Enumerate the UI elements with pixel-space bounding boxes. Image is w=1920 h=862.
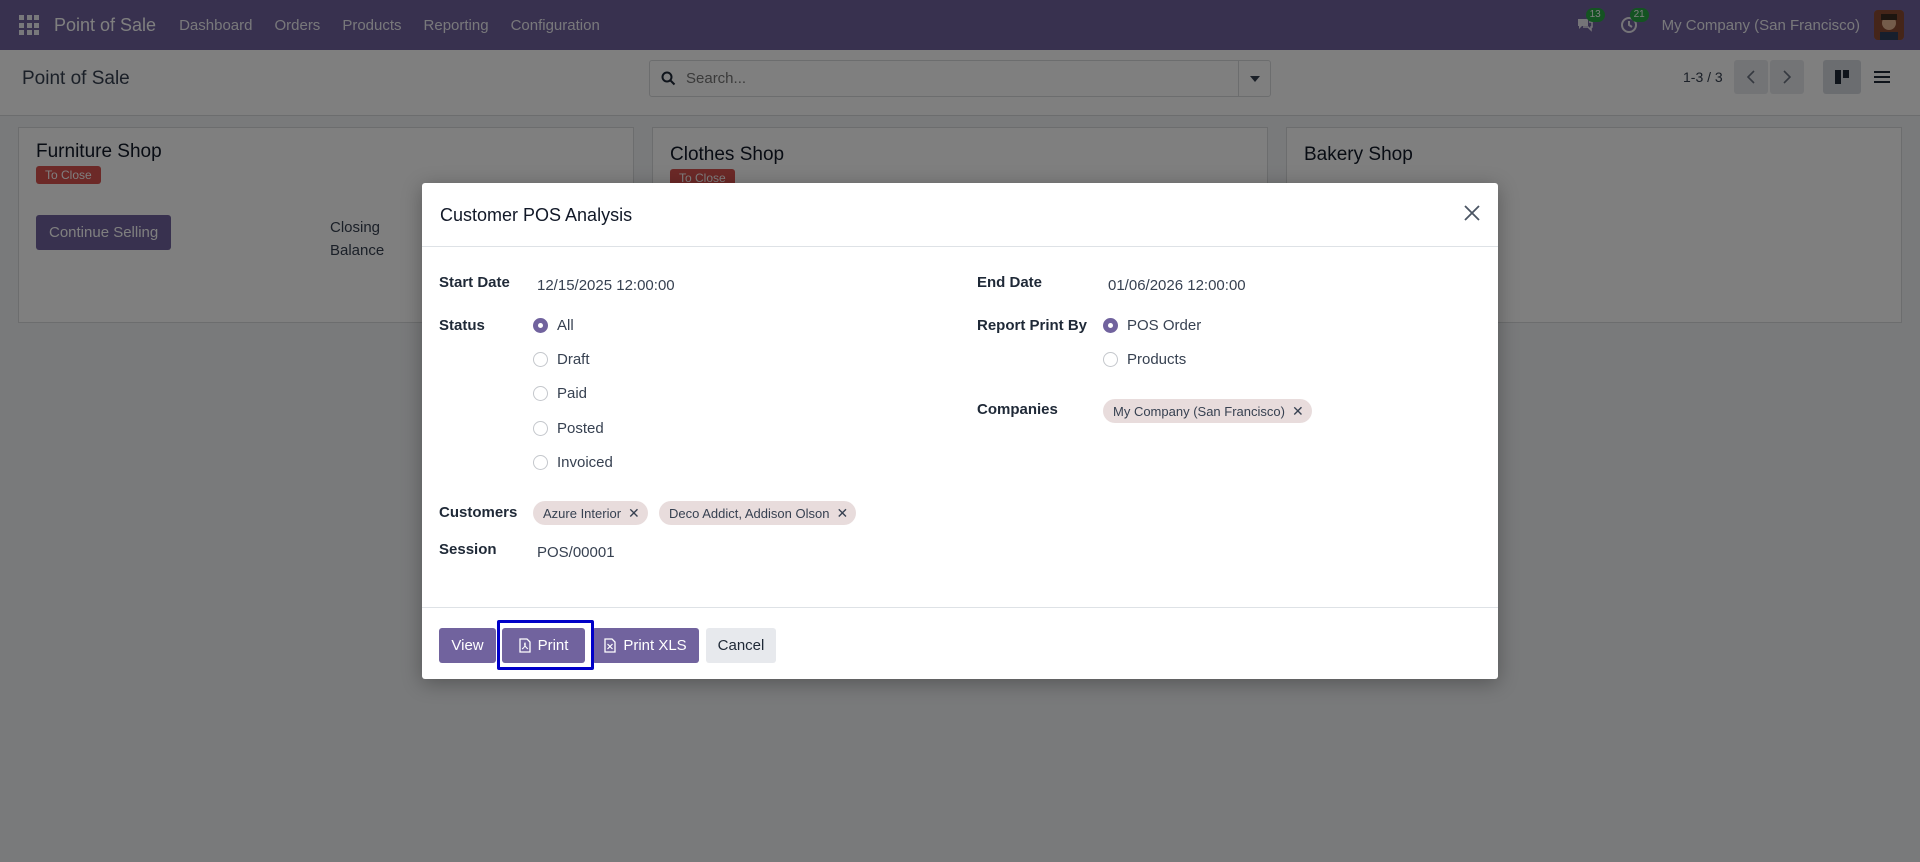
print-xls-button[interactable]: Print XLS: [592, 628, 699, 663]
customer-tag: Deco Addict, Addison Olson ✕: [659, 501, 857, 525]
status-radio-paid[interactable]: Paid: [533, 385, 587, 402]
remove-tag-icon[interactable]: ✕: [836, 505, 848, 522]
customer-tag: Azure Interior ✕: [533, 501, 648, 525]
dialog-title: Customer POS Analysis: [440, 205, 633, 225]
print-by-radio-products[interactable]: Products: [1103, 351, 1186, 368]
status-label: Status: [439, 317, 485, 334]
radio-unchecked-icon[interactable]: [533, 386, 548, 401]
session-field[interactable]: POS/00001: [537, 544, 615, 561]
companies-label: Companies: [977, 401, 1058, 418]
radio-checked-icon[interactable]: [533, 318, 548, 333]
status-radio-draft[interactable]: Draft: [533, 351, 590, 368]
company-tag: My Company (San Francisco) ✕: [1103, 399, 1312, 423]
radio-label: All: [557, 317, 574, 334]
customer-pos-analysis-dialog: Customer POS Analysis Start Date 12/15/2…: [422, 183, 1498, 679]
radio-label: Posted: [557, 420, 604, 437]
tag-label: Deco Addict, Addison Olson: [669, 505, 830, 521]
button-label: Print XLS: [623, 637, 687, 654]
status-radio-posted[interactable]: Posted: [533, 420, 604, 437]
remove-tag-icon[interactable]: ✕: [1292, 403, 1304, 420]
radio-unchecked-icon[interactable]: [533, 455, 548, 470]
radio-label: POS Order: [1127, 317, 1202, 334]
radio-label: Invoiced: [557, 454, 613, 471]
report-print-by-label: Report Print By: [977, 317, 1088, 334]
end-date-field[interactable]: 01/06/2026 12:00:00: [1108, 277, 1246, 294]
button-label: Cancel: [717, 637, 765, 654]
print-by-radio-pos-order[interactable]: POS Order: [1103, 317, 1201, 334]
end-date-label: End Date: [977, 274, 1043, 291]
radio-unchecked-icon[interactable]: [533, 421, 548, 436]
radio-unchecked-icon[interactable]: [533, 352, 548, 367]
radio-unchecked-icon[interactable]: [1103, 352, 1118, 367]
cancel-button[interactable]: Cancel: [706, 628, 776, 663]
tag-label: Azure Interior: [543, 505, 622, 521]
radio-checked-icon[interactable]: [1103, 318, 1118, 333]
remove-tag-icon[interactable]: ✕: [628, 505, 640, 522]
radio-label: Draft: [557, 351, 590, 368]
tag-label: My Company (San Francisco): [1113, 403, 1285, 419]
print-button-focus-highlight: [497, 620, 594, 670]
start-date-field[interactable]: 12/15/2025 12:00:00: [537, 277, 675, 294]
close-icon: [1464, 205, 1480, 221]
dialog-header: Customer POS Analysis: [422, 183, 1498, 247]
status-radio-all[interactable]: All: [533, 317, 574, 334]
file-excel-icon: [604, 638, 616, 653]
radio-label: Paid: [557, 385, 588, 402]
dialog-body: Start Date 12/15/2025 12:00:00 End Date …: [422, 247, 1498, 590]
start-date-label: Start Date: [439, 274, 510, 291]
close-button[interactable]: [1462, 203, 1482, 223]
radio-label: Products: [1127, 351, 1187, 368]
status-radio-invoiced[interactable]: Invoiced: [533, 454, 613, 471]
customers-label: Customers: [439, 504, 518, 521]
session-label: Session: [439, 541, 497, 558]
view-button[interactable]: View: [439, 628, 496, 663]
button-label: View: [451, 637, 484, 654]
